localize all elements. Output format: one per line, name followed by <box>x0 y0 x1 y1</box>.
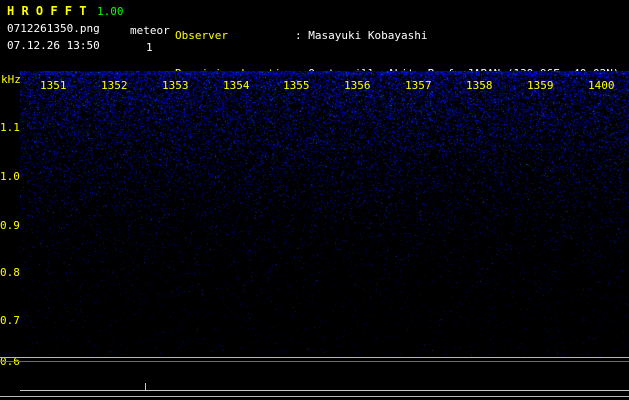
time-tick-label: 1353 <box>162 79 189 92</box>
time-tick-label: 1358 <box>466 79 493 92</box>
freq-unit-label: kHz <box>1 73 21 86</box>
info-label: Observer <box>175 29 228 42</box>
meteor-count: 1 <box>146 41 153 54</box>
time-tick-label: 1359 <box>527 79 554 92</box>
timestamp: 07.12.26 13:50 <box>7 39 100 52</box>
freq-tick-label: 0.8 <box>0 266 20 279</box>
app-title: H R O F F T <box>7 4 87 18</box>
mode-label: meteor <box>130 24 170 37</box>
output-filename: 0712261350.png <box>7 22 100 35</box>
time-tick-label: 1352 <box>101 79 128 92</box>
time-tick-label: 1357 <box>405 79 432 92</box>
meter-bottom-line <box>0 396 629 397</box>
hrofft-window: H R O F F T 1.00 0712261350.png meteor 0… <box>0 0 629 400</box>
spectrogram-canvas <box>20 71 629 356</box>
info-row-observer: Observer : Masayuki Kobayashi <box>175 29 620 43</box>
freq-tick-label: 1.1 <box>0 121 20 134</box>
meter-top-line <box>0 357 629 358</box>
time-tick-label: 1400 <box>588 79 615 92</box>
signal-level-trace <box>20 390 629 391</box>
freq-tick-label: 0.7 <box>0 314 20 327</box>
info-value: : Masayuki Kobayashi <box>295 29 428 42</box>
freq-tick-label: 1.0 <box>0 170 20 183</box>
time-tick-label: 1354 <box>223 79 250 92</box>
meter-event-tick <box>145 383 146 391</box>
time-tick-label: 1356 <box>344 79 371 92</box>
time-tick-label: 1355 <box>283 79 310 92</box>
freq-tick-label: 0.9 <box>0 219 20 232</box>
time-tick-label: 1351 <box>40 79 67 92</box>
meter-second-line <box>0 361 629 362</box>
app-version: 1.00 <box>97 5 124 18</box>
